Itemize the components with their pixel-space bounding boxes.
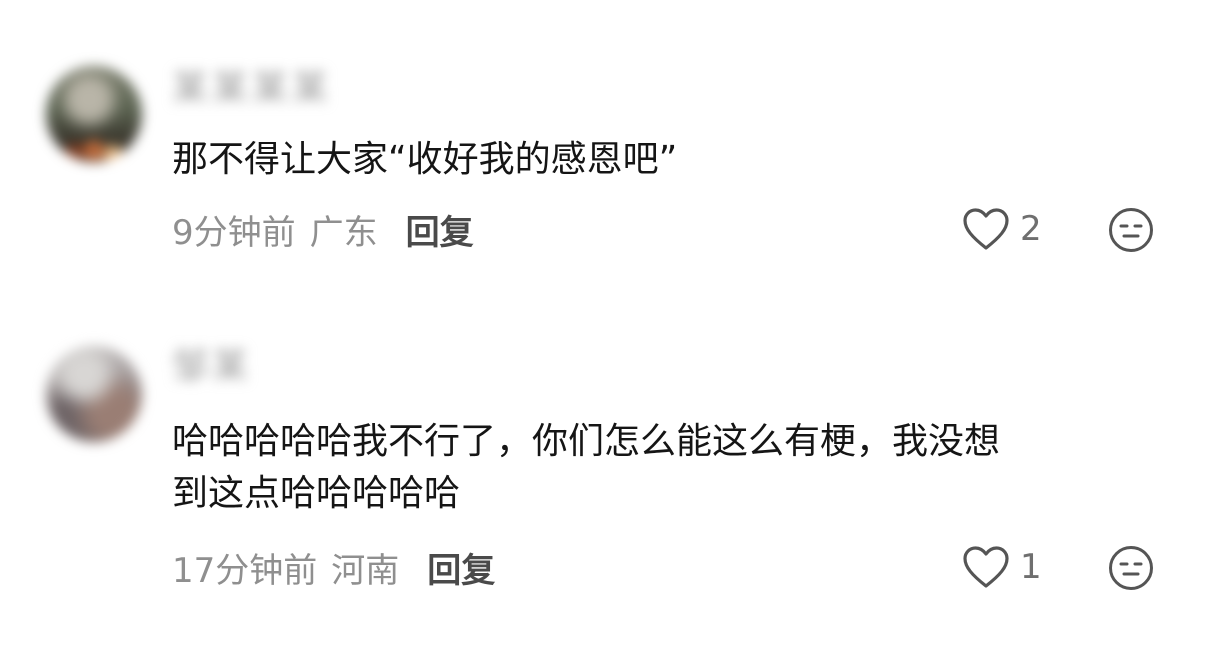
- like-button[interactable]: 1: [962, 542, 1042, 592]
- comment-region: 河南: [331, 550, 400, 591]
- comment-text[interactable]: 哈哈哈哈哈我不行了，你们怎么能这么有梗，我没想 到这点哈哈哈哈哈: [172, 416, 1000, 520]
- reply-button[interactable]: 回复: [406, 205, 474, 254]
- comment-text[interactable]: 那不得让大家“收好我的感恩吧”: [172, 134, 677, 186]
- neutral-face-icon[interactable]: [1108, 545, 1154, 591]
- comment-meta: 17分钟前 河南 回复: [172, 542, 495, 592]
- comment-region: 广东: [309, 212, 378, 253]
- username[interactable]: 邹某: [172, 346, 252, 388]
- reply-button[interactable]: 回复: [427, 543, 495, 592]
- comment-time: 17分钟前: [172, 550, 318, 591]
- avatar[interactable]: [46, 346, 142, 442]
- like-button[interactable]: 2: [962, 204, 1042, 254]
- like-count: 1: [1020, 547, 1042, 587]
- like-count: 2: [1020, 209, 1042, 249]
- avatar[interactable]: [46, 66, 142, 162]
- comment-text-line: 到这点哈哈哈哈哈: [172, 473, 461, 514]
- comment-time: 9分钟前: [172, 212, 296, 253]
- heart-outline-icon: [962, 207, 1010, 251]
- comment-text-line: 哈哈哈哈哈我不行了，你们怎么能这么有梗，我没想: [172, 421, 1001, 462]
- comment-meta: 9分钟前 广东 回复: [172, 204, 474, 254]
- username[interactable]: 某某某某: [172, 68, 332, 110]
- heart-outline-icon: [962, 545, 1010, 589]
- neutral-face-icon[interactable]: [1108, 207, 1154, 253]
